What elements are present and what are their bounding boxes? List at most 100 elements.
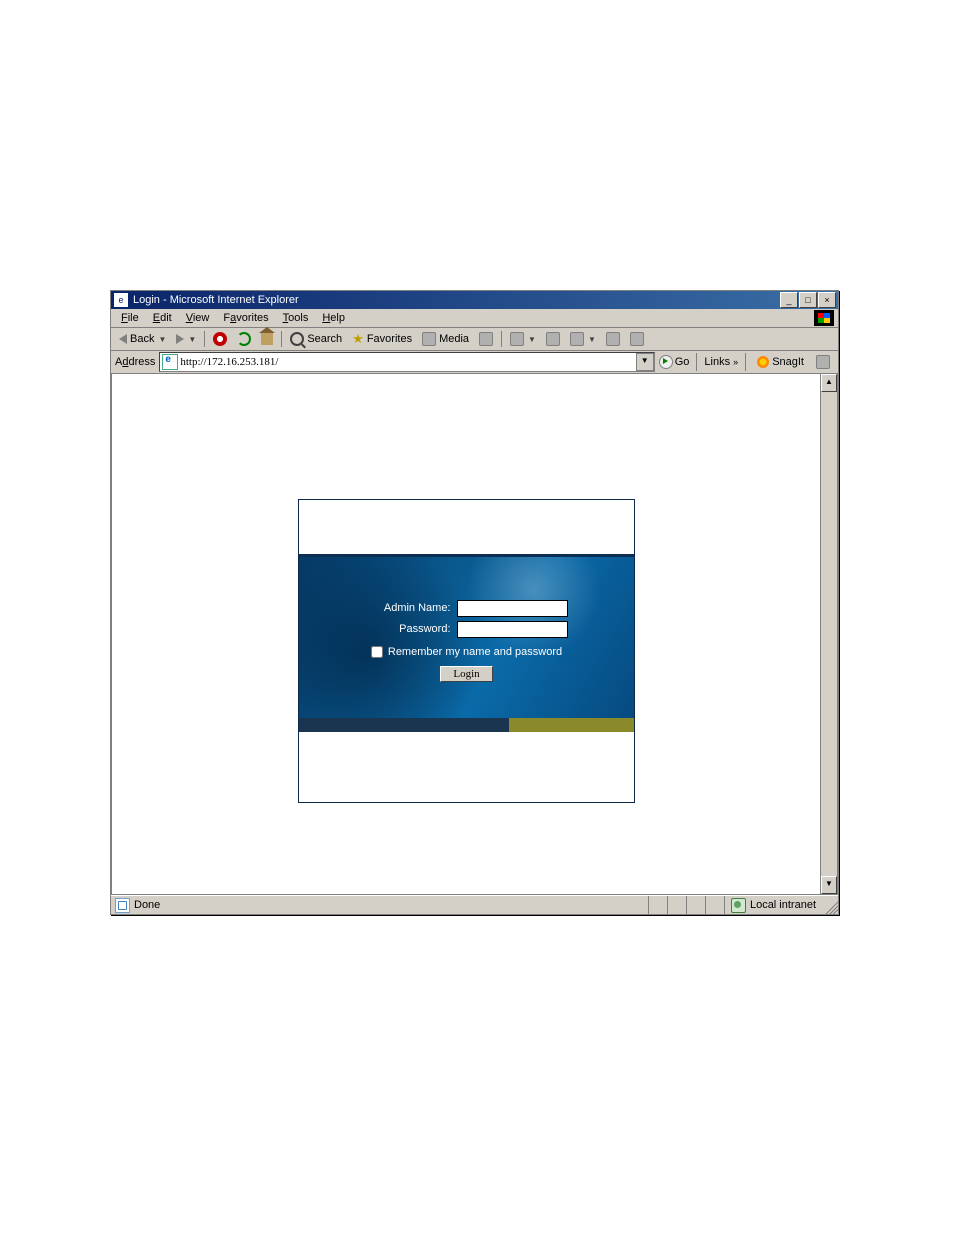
snagit-button[interactable]: SnagIt (753, 355, 808, 369)
status-cell (687, 896, 706, 914)
address-dropdown-button[interactable]: ▼ (636, 353, 654, 371)
back-dropdown-icon: ▼ (158, 335, 166, 344)
go-icon (659, 355, 673, 369)
login-button[interactable]: Login (440, 666, 492, 682)
history-button[interactable] (475, 331, 497, 347)
ie-icon: e (113, 292, 129, 308)
research-icon (630, 332, 644, 346)
scroll-down-button[interactable]: ▼ (821, 876, 837, 894)
edit-button[interactable]: ▼ (566, 331, 600, 347)
media-button[interactable]: Media (418, 331, 473, 347)
forward-dropdown-icon: ▼ (188, 335, 196, 344)
edit-dropdown-icon: ▼ (588, 335, 596, 344)
login-panel: Admin Name: Password: Remember my name a… (298, 499, 635, 803)
go-label: Go (675, 356, 690, 368)
menu-file[interactable]: File (115, 311, 145, 325)
menu-help[interactable]: Help (316, 311, 351, 325)
remember-checkbox[interactable] (371, 646, 383, 658)
back-label: Back (130, 333, 154, 345)
status-cell (706, 896, 725, 914)
status-cell (668, 896, 687, 914)
menu-view[interactable]: View (180, 311, 216, 325)
print-button[interactable] (542, 331, 564, 347)
menu-file-rest: ile (128, 312, 139, 324)
admin-name-label: Admin Name: (366, 602, 451, 614)
login-footer-band (299, 718, 634, 732)
vertical-scrollbar[interactable]: ▲ ▼ (820, 374, 837, 894)
mail-dropdown-icon: ▼ (528, 335, 536, 344)
search-button[interactable]: Search (286, 331, 346, 347)
home-button[interactable] (257, 332, 277, 346)
zone-icon (731, 898, 746, 913)
admin-name-input[interactable] (457, 600, 568, 617)
menubar: File Edit View Favorites Tools Help (111, 309, 838, 328)
login-footer-blank (299, 732, 634, 802)
menu-edit[interactable]: Edit (147, 311, 178, 325)
remember-label: Remember my name and password (388, 646, 562, 658)
toolbar-separator (204, 331, 205, 347)
window-title: Login - Microsoft Internet Explorer (133, 294, 780, 306)
search-icon (290, 332, 304, 346)
address-field-wrap: ▼ (159, 352, 654, 372)
zone-label: Local intranet (750, 899, 816, 911)
mail-icon (510, 332, 524, 346)
media-icon (422, 332, 436, 346)
refresh-icon (237, 332, 251, 346)
login-form-area: Admin Name: Password: Remember my name a… (299, 557, 634, 718)
password-label: Password: (366, 623, 451, 635)
minimize-button[interactable]: _ (780, 292, 798, 308)
address-label: Address (115, 356, 155, 368)
browser-window: e Login - Microsoft Internet Explorer _ … (110, 290, 839, 915)
toolbar-separator (281, 331, 282, 347)
scroll-up-button[interactable]: ▲ (821, 374, 837, 392)
links-button[interactable]: Links » (704, 356, 738, 368)
favorites-icon: ★ (352, 332, 364, 346)
toolbar-separator (696, 353, 697, 371)
toolbar-separator (501, 331, 502, 347)
snagit-label: SnagIt (772, 356, 804, 368)
status-text: Done (134, 899, 160, 911)
login-accent-bar (509, 718, 634, 732)
status-page-icon (115, 898, 130, 913)
menu-tools[interactable]: Tools (277, 311, 315, 325)
content-area: Admin Name: Password: Remember my name a… (111, 374, 838, 895)
back-button[interactable]: Back ▼ (115, 332, 170, 346)
snagit-icon (757, 356, 769, 368)
refresh-button[interactable] (233, 331, 255, 347)
windows-logo-icon (814, 310, 834, 326)
toolbar-separator (745, 353, 746, 371)
menu-favorites[interactable]: Favorites (217, 311, 274, 325)
status-cell (649, 896, 668, 914)
go-button[interactable]: Go (659, 355, 690, 369)
print-icon (546, 332, 560, 346)
address-input[interactable] (180, 354, 635, 370)
forward-button[interactable]: ▼ (172, 333, 200, 345)
research-button[interactable] (626, 331, 648, 347)
snagit-extra-icon (816, 355, 830, 369)
home-icon (261, 333, 273, 345)
login-header-blank (299, 500, 634, 554)
page-icon (162, 354, 178, 370)
edit-icon (570, 332, 584, 346)
security-zone: Local intranet (725, 898, 824, 913)
discuss-button[interactable] (602, 331, 624, 347)
addressbar: Address ▼ Go Links » SnagIt (111, 351, 838, 374)
search-label: Search (307, 333, 342, 345)
stop-icon (213, 332, 227, 346)
titlebar: e Login - Microsoft Internet Explorer _ … (111, 291, 838, 309)
close-button[interactable]: × (818, 292, 836, 308)
favorites-label: Favorites (367, 333, 412, 345)
toolbar: Back ▼ ▼ Search ★ Favorites Media (111, 328, 838, 351)
media-label: Media (439, 333, 469, 345)
history-icon (479, 332, 493, 346)
mail-button[interactable]: ▼ (506, 331, 540, 347)
back-icon (119, 334, 127, 344)
password-input[interactable] (457, 621, 568, 638)
snagit-extra-button[interactable] (812, 354, 834, 370)
resize-grip[interactable] (824, 896, 838, 914)
stop-button[interactable] (209, 331, 231, 347)
discuss-icon (606, 332, 620, 346)
maximize-button[interactable]: □ (799, 292, 817, 308)
viewport: Admin Name: Password: Remember my name a… (112, 374, 821, 894)
favorites-button[interactable]: ★ Favorites (348, 331, 416, 347)
